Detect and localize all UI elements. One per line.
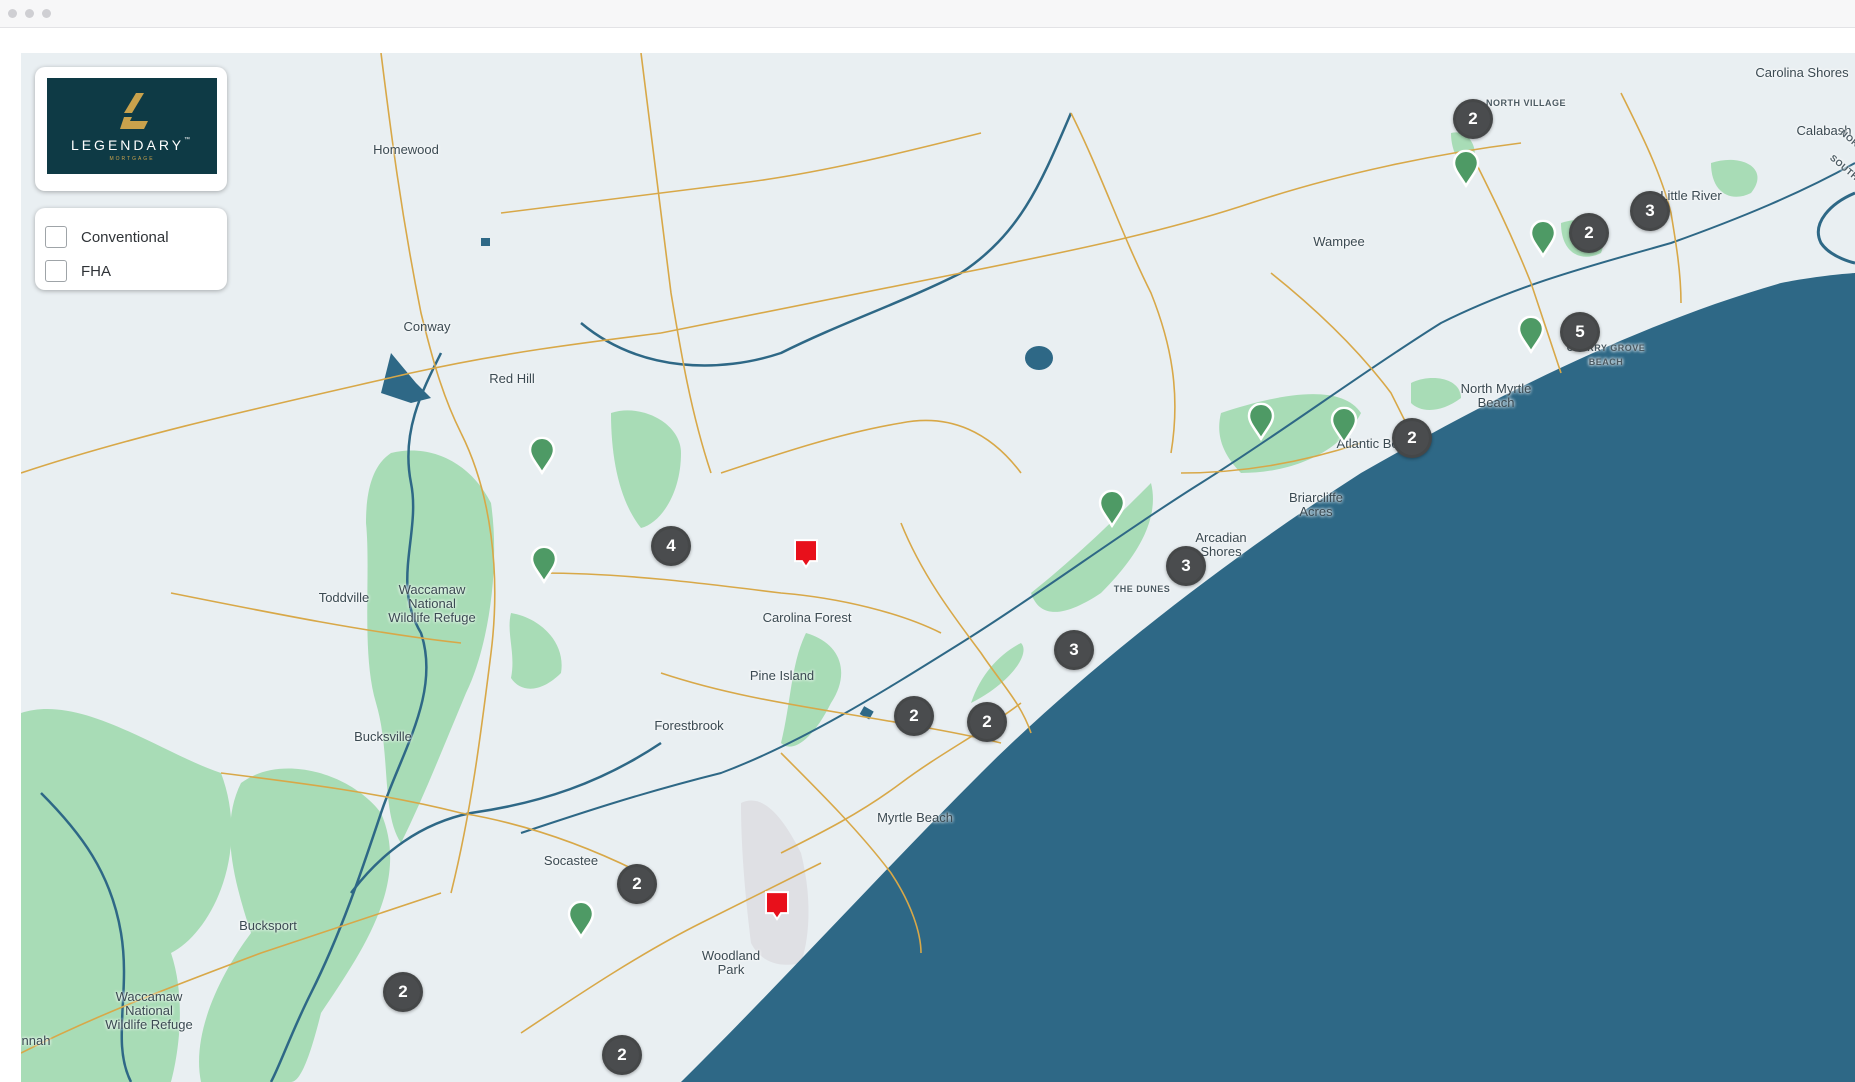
- place-label: Red Hill: [489, 371, 535, 386]
- cluster-marker[interactable]: 3: [1054, 630, 1094, 670]
- place-label: Socastee: [543, 853, 599, 868]
- place-label: Forestbrook: [654, 718, 724, 733]
- brand-logo: LEGENDARY™ MORTGAGE: [47, 78, 217, 174]
- place-label: Bucksport: [239, 918, 297, 933]
- cluster-marker[interactable]: 2: [967, 702, 1007, 742]
- conventional-checkbox[interactable]: [45, 226, 67, 248]
- filter-label: Conventional: [81, 228, 169, 246]
- loan-type-filter: Conventional FHA: [35, 208, 227, 290]
- green-location-pin-icon[interactable]: [529, 545, 559, 584]
- green-location-pin-icon[interactable]: [527, 436, 557, 475]
- place-label: Toddville: [318, 590, 370, 605]
- place-label: Bucksville: [354, 729, 412, 744]
- place-label: North Myrtle Beach: [1460, 381, 1532, 410]
- window-close-dot[interactable]: [8, 9, 17, 18]
- place-label: THE DUNES: [1113, 584, 1171, 594]
- cluster-marker[interactable]: 2: [1392, 418, 1432, 458]
- place-label: Carolina Forest: [762, 610, 852, 625]
- filter-fha[interactable]: FHA: [45, 254, 217, 288]
- cluster-marker[interactable]: 5: [1560, 312, 1600, 352]
- place-label: Woodland Park: [701, 948, 761, 977]
- place-label: Waccamaw National Wildlife Refuge: [388, 582, 476, 625]
- place-label: Pine Island: [749, 668, 815, 683]
- brand-subtitle: MORTGAGE: [109, 155, 155, 162]
- place-label: Myrtle Beach: [877, 810, 953, 825]
- fha-checkbox[interactable]: [45, 260, 67, 282]
- brand-mark-icon: [120, 92, 148, 129]
- cluster-marker[interactable]: 3: [1166, 546, 1206, 586]
- green-location-pin-icon[interactable]: [1451, 149, 1481, 188]
- green-location-pin-icon[interactable]: [1516, 315, 1546, 354]
- red-flag-marker-icon[interactable]: [762, 888, 792, 922]
- place-label: NORTH VILLAGE: [1486, 98, 1566, 108]
- place-label: Wampee: [1313, 234, 1365, 249]
- window-minimize-dot[interactable]: [25, 9, 34, 18]
- place-label: Waccamaw National Wildlife Refuge: [105, 989, 193, 1032]
- logo-card: LEGENDARY™ MORTGAGE: [35, 67, 227, 191]
- cluster-marker[interactable]: 2: [894, 696, 934, 736]
- green-location-pin-icon[interactable]: [566, 900, 596, 939]
- window-maximize-dot[interactable]: [42, 9, 51, 18]
- place-label: Carolina Shores: [1755, 65, 1849, 80]
- cluster-marker[interactable]: 2: [602, 1035, 642, 1075]
- map-canvas[interactable]: Carolina Shores Calabash NORTH VILLAGE H…: [21, 53, 1855, 1082]
- cluster-marker[interactable]: 2: [1453, 99, 1493, 139]
- ocean-water: [681, 273, 1855, 1082]
- place-label: Briarcliffe Acres: [1289, 490, 1343, 519]
- green-location-pin-icon[interactable]: [1097, 489, 1127, 528]
- place-label: Homewood: [373, 142, 439, 157]
- cluster-marker[interactable]: 2: [617, 864, 657, 904]
- window-titlebar: [0, 0, 1855, 28]
- airport-area: [741, 800, 809, 965]
- brand-name: LEGENDARY™: [70, 136, 194, 153]
- cluster-marker[interactable]: 4: [651, 526, 691, 566]
- place-label: Little River: [1660, 188, 1722, 203]
- cluster-marker[interactable]: 3: [1630, 191, 1670, 231]
- cluster-marker[interactable]: 2: [383, 972, 423, 1012]
- place-label: Conway: [403, 319, 451, 334]
- green-location-pin-icon[interactable]: [1246, 402, 1276, 441]
- red-flag-marker-icon[interactable]: [791, 536, 821, 570]
- green-location-pin-icon[interactable]: [1329, 406, 1359, 445]
- cluster-marker[interactable]: 2: [1569, 213, 1609, 253]
- filter-conventional[interactable]: Conventional: [45, 220, 217, 254]
- filter-label: FHA: [81, 262, 111, 280]
- green-location-pin-icon[interactable]: [1528, 219, 1558, 258]
- place-label: nnah: [21, 1033, 51, 1048]
